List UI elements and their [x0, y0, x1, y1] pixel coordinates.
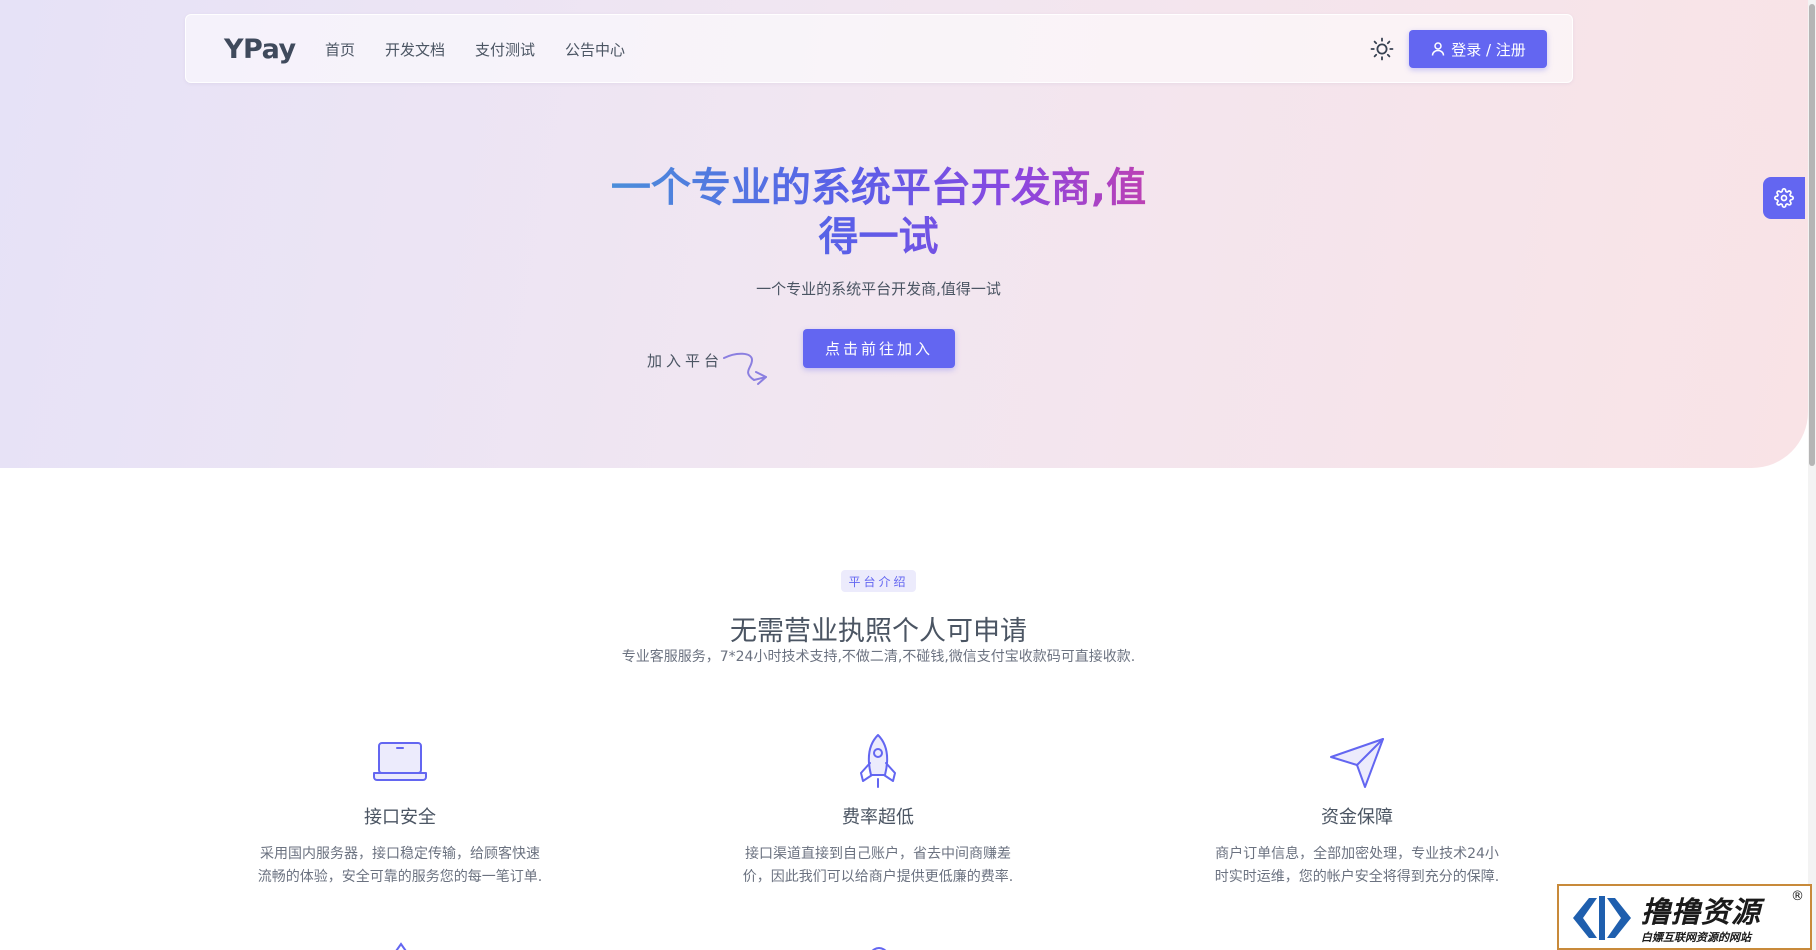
- section-badge: 平台介绍: [841, 570, 916, 592]
- sun-icon[interactable]: [1369, 36, 1395, 62]
- nav-link-pay-test[interactable]: 支付测试: [475, 39, 535, 60]
- feature-description: 接口渠道直接到自己账户，省去中间商赚差价，因此我们可以给商户提供更低廉的费率.: [742, 846, 1014, 885]
- feature-card-funds: 资金保障 商户订单信息，全部加密处理，专业技术24小时实时运维，您的帐户安全将得…: [1197, 733, 1517, 889]
- feature-title: 资金保障: [1321, 807, 1393, 828]
- feature-description: 商户订单信息，全部加密处理，专业技术24小时实时运维，您的帐户安全将得到充分的保…: [1214, 846, 1500, 885]
- next-row-icon: [395, 942, 407, 950]
- scrollbar-thumb[interactable]: [1809, 4, 1815, 466]
- laptop-icon: [373, 742, 427, 781]
- page-scrollbar[interactable]: [1808, 0, 1816, 950]
- section-title: 无需营业执照个人可申请: [730, 616, 1027, 647]
- watermark-badge: 撸撸资源 白嫖互联网资源的网站 ®: [1557, 884, 1812, 950]
- next-row-icon: [871, 947, 887, 950]
- feature-title: 接口安全: [364, 807, 436, 828]
- registered-mark: ®: [1791, 889, 1804, 904]
- watermark-title: 撸撸资源: [1641, 895, 1762, 929]
- join-now-button[interactable]: 点击前往加入: [803, 329, 955, 368]
- settings-gear-button[interactable]: [1763, 177, 1805, 219]
- nav-link-docs[interactable]: 开发文档: [385, 39, 445, 60]
- top-navbar: YPay 首页 开发文档 支付测试 公告中心 登录 / 注册: [185, 14, 1573, 83]
- feature-card-low-fee: 费率超低 接口渠道直接到自己账户，省去中间商赚差价，因此我们可以给商户提供更低廉…: [718, 733, 1038, 889]
- gear-icon: [1774, 188, 1794, 208]
- paper-plane-icon: [1330, 738, 1384, 788]
- login-register-button[interactable]: 登录 / 注册: [1409, 30, 1547, 68]
- rocket-icon: [860, 734, 896, 788]
- feature-card-security: 接口安全 采用国内服务器，接口稳定传输，给顾客快速流畅的体验，安全可靠的服务您的…: [240, 733, 560, 889]
- curved-arrow-icon: [723, 352, 767, 385]
- section-description: 专业客服服务，7*24小时技术支持,不做二清,不碰钱,微信支付宝收款码可直接收款…: [621, 649, 1136, 665]
- hero-subtitle: 一个专业的系统平台开发商,值得一试: [756, 280, 1001, 298]
- feature-description: 采用国内服务器，接口稳定传输，给顾客快速流畅的体验，安全可靠的服务您的每一笔订单…: [257, 846, 543, 885]
- nav-links: 首页 开发文档 支付测试 公告中心: [325, 39, 655, 60]
- login-label: 登录 / 注册: [1451, 40, 1526, 59]
- join-platform-label: 加入平台: [647, 352, 724, 370]
- feature-title: 费率超低: [842, 807, 914, 828]
- hero-title: 一个专业的系统平台开发商,值得一试: [600, 164, 1157, 262]
- brand-logo[interactable]: YPay: [224, 34, 296, 65]
- watermark-logo-icon: [1573, 896, 1631, 940]
- watermark-subtitle: 白嫖互联网资源的网站: [1641, 931, 1751, 944]
- nav-link-announcements[interactable]: 公告中心: [565, 39, 625, 60]
- nav-link-home[interactable]: 首页: [325, 39, 355, 60]
- user-icon: [1431, 42, 1445, 56]
